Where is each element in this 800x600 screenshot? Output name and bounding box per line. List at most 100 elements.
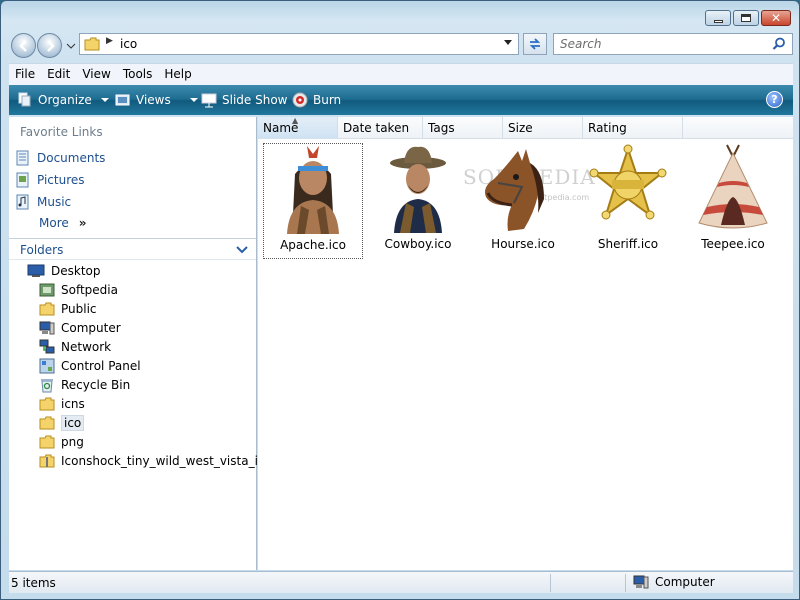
menu-view[interactable]: View — [76, 64, 116, 84]
tree-computer[interactable]: Computer — [39, 319, 121, 337]
favorite-documents[interactable]: Documents — [15, 150, 105, 166]
column-size[interactable]: Size — [503, 117, 583, 139]
computer-icon — [39, 321, 55, 335]
forward-button[interactable] — [37, 33, 62, 58]
favorite-pictures[interactable]: Pictures — [15, 172, 85, 188]
tree-public[interactable]: Public — [39, 300, 97, 318]
column-name[interactable]: ▲ Name — [258, 116, 338, 139]
breadcrumb-arrow-icon[interactable]: ▶ — [106, 36, 113, 46]
favorite-music-label: Music — [37, 195, 72, 209]
network-icon — [39, 339, 55, 354]
menu-bar: File Edit View Tools Help — [9, 63, 793, 85]
status-divider — [550, 574, 551, 592]
file-item-horse[interactable]: Hourse.ico — [473, 143, 573, 259]
tree-ico[interactable]: ico — [39, 414, 85, 432]
sort-ascending-icon: ▲ — [292, 116, 299, 125]
favorite-music[interactable]: Music — [15, 194, 71, 210]
organize-label: Organize — [38, 93, 92, 107]
apache-icon — [287, 146, 339, 234]
slideshow-icon — [201, 93, 217, 108]
address-dropdown[interactable] — [504, 40, 512, 45]
search-input[interactable]: Search — [553, 33, 793, 55]
file-item-sheriff[interactable]: Sheriff.ico — [578, 143, 678, 259]
minimize-button[interactable] — [705, 10, 731, 26]
file-item-apache[interactable]: Apache.ico — [263, 143, 363, 259]
search-icon[interactable] — [772, 37, 786, 51]
folder-icon — [39, 416, 55, 430]
pictures-icon — [16, 172, 29, 188]
tree-control-panel-label: Control Panel — [61, 359, 141, 373]
close-button[interactable]: ✕ — [761, 10, 791, 26]
desktop-icon — [27, 264, 45, 277]
more-links-label: More — [39, 216, 69, 230]
address-row: ▶ ico Search — [9, 31, 793, 59]
back-arrow-icon — [19, 40, 27, 52]
folder-icon — [39, 435, 55, 449]
softpedia-folder-icon — [39, 283, 55, 297]
slideshow-button[interactable]: Slide Show — [201, 92, 287, 108]
tree-network[interactable]: Network — [39, 338, 111, 356]
menu-edit[interactable]: Edit — [41, 64, 76, 84]
minimize-icon — [713, 19, 723, 23]
favorite-documents-label: Documents — [37, 151, 106, 165]
caption-buttons: ✕ — [705, 10, 791, 26]
chevron-down-icon — [236, 246, 248, 254]
more-links[interactable]: More » — [39, 216, 87, 230]
help-button[interactable]: ? — [766, 91, 783, 108]
menu-help[interactable]: Help — [158, 64, 197, 84]
tree-iconshock[interactable]: Iconshock_tiny_wild_west_vista_icon — [39, 452, 279, 470]
column-date-taken-label: Date taken — [343, 121, 410, 135]
tree-softpedia-label: Softpedia — [61, 283, 118, 297]
file-item-cowboy[interactable]: Cowboy.ico — [368, 143, 468, 259]
tree-png-label: png — [61, 435, 84, 449]
tree-icns-label: icns — [61, 397, 85, 411]
status-zone: Computer — [633, 575, 715, 589]
maximize-button[interactable] — [733, 10, 759, 26]
tree-desktop[interactable]: Desktop — [27, 262, 101, 280]
folder-icon — [39, 302, 55, 316]
tree-recycle-bin[interactable]: Recycle Bin — [39, 376, 130, 394]
file-name: Cowboy.ico — [384, 237, 452, 251]
recent-pages-dropdown[interactable] — [66, 41, 76, 51]
refresh-button[interactable] — [523, 33, 547, 55]
organize-icon — [18, 92, 31, 107]
organize-button[interactable]: Organize — [17, 92, 109, 108]
column-tags[interactable]: Tags — [423, 117, 503, 139]
tree-control-panel[interactable]: Control Panel — [39, 357, 141, 375]
column-date-taken[interactable]: Date taken — [338, 117, 423, 139]
tree-ico-label: ico — [61, 415, 85, 431]
folders-heading: Folders — [20, 243, 64, 257]
tree-icns[interactable]: icns — [39, 395, 85, 413]
column-tags-label: Tags — [428, 121, 455, 135]
music-icon — [16, 194, 29, 210]
navigation-pane: Favorite Links Documents Pictures Music … — [9, 117, 279, 570]
burn-button[interactable]: Burn — [292, 92, 341, 108]
status-item-count: 5 items — [11, 576, 56, 590]
address-bar[interactable]: ▶ ico — [79, 33, 519, 55]
refresh-icon — [529, 38, 541, 50]
folder-icon — [84, 37, 100, 51]
file-item-teepee[interactable]: Teepee.ico — [683, 143, 783, 259]
views-button[interactable]: Views — [115, 92, 198, 108]
folder-icon — [39, 397, 55, 411]
teepee-icon — [698, 144, 768, 229]
explorer-window: ✕ ▶ ico Search File Edit View Tools Help… — [0, 0, 800, 600]
back-button[interactable] — [11, 33, 36, 58]
tree-png[interactable]: png — [39, 433, 84, 451]
address-path[interactable]: ico — [120, 37, 137, 51]
folders-header[interactable]: Folders — [9, 238, 256, 260]
favorite-links-heading: Favorite Links — [20, 125, 103, 139]
zip-folder-icon — [39, 454, 55, 468]
views-dropdown-icon — [189, 98, 198, 102]
menu-tools[interactable]: Tools — [117, 64, 159, 84]
file-name: Apache.ico — [280, 238, 346, 252]
menu-file[interactable]: File — [9, 64, 41, 84]
file-name: Hourse.ico — [491, 237, 555, 251]
views-label: Views — [136, 93, 171, 107]
column-rating[interactable]: Rating — [583, 117, 683, 139]
horse-icon — [485, 149, 544, 231]
tree-desktop-label: Desktop — [51, 264, 101, 278]
recycle-bin-icon — [41, 379, 53, 393]
tree-softpedia[interactable]: Softpedia — [39, 281, 118, 299]
cowboy-icon — [390, 146, 446, 233]
